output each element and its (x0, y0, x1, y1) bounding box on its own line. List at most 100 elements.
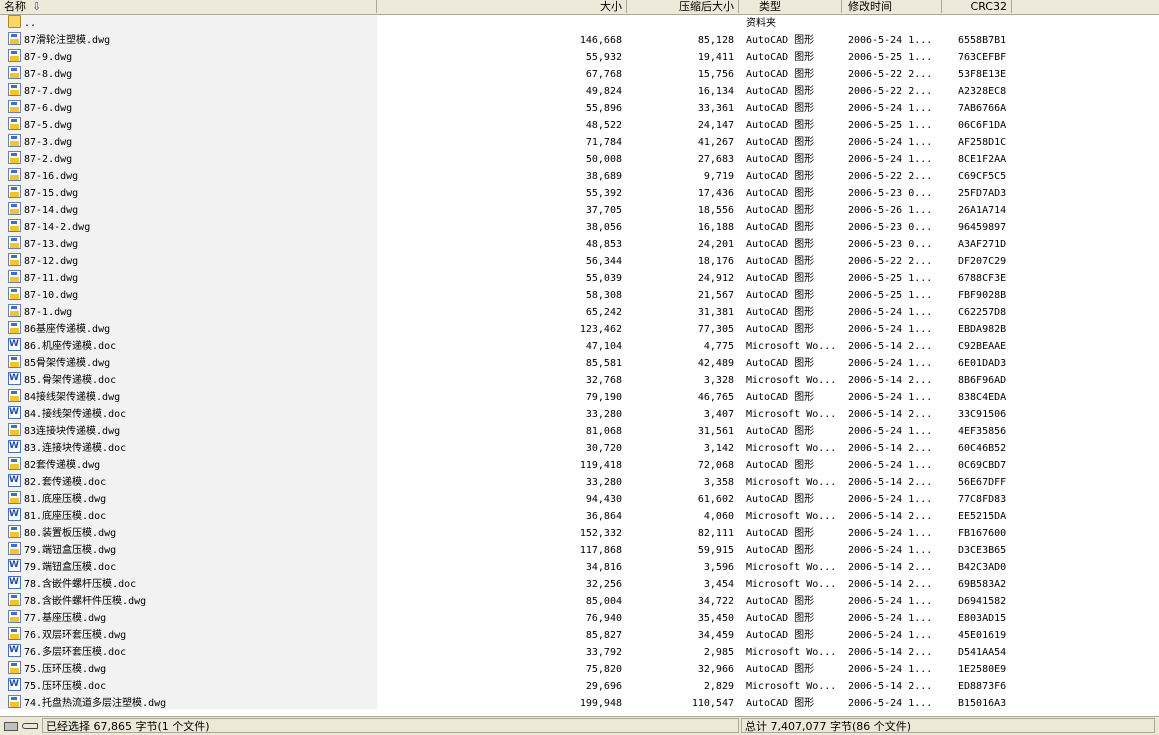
file-row[interactable]: 87-14-2.dwg 38,056 16,188 AutoCAD 图形 2006-5-… (0, 219, 1159, 236)
file-modified: 2006-5-25 1... (848, 273, 933, 284)
file-name-cell: 80.装置板压模.dwg (8, 525, 376, 542)
file-type: AutoCAD 图形 (746, 613, 815, 624)
file-row[interactable]: 82.套传递模.doc 33,280 3,358 Microsoft Wo... 200… (0, 474, 1159, 491)
file-type: AutoCAD 图形 (746, 137, 815, 148)
file-crc32: E803AD15 (958, 613, 1007, 624)
file-modified: 2006-5-25 1... (848, 290, 933, 301)
file-row[interactable]: 77.基座压模.dwg 76,940 35,450 AutoCAD 图形 2006-5-… (0, 610, 1159, 627)
file-crc32 (958, 15, 1018, 32)
column-header-packed-size[interactable]: 压缩后大小 (627, 0, 739, 13)
file-modified: 2006-5-24 1... (848, 324, 933, 335)
file-name: 82套传递模.dwg (24, 460, 101, 471)
file-modified: 2006-5-14 2... (848, 409, 933, 420)
file-type: AutoCAD 图形 (746, 392, 815, 403)
file-row[interactable]: 86.机座传递模.doc 47,104 4,775 Microsoft Wo... 20… (0, 338, 1159, 355)
file-row[interactable]: 79.端钮盒压模.dwg 117,868 59,915 AutoCAD 图形 2006-… (0, 542, 1159, 559)
file-type: AutoCAD 图形 (746, 358, 815, 369)
file-row[interactable]: 87-5.dwg 48,522 24,147 AutoCAD 图形 2006-5-25 … (0, 117, 1159, 134)
file-type: AutoCAD 图形 (746, 545, 815, 556)
column-header-modified[interactable]: 修改时间 (842, 0, 942, 13)
file-modified: 2006-5-24 1... (848, 137, 933, 148)
file-size: 38,056 (585, 222, 622, 233)
file-modified: 2006-5-24 1... (848, 392, 933, 403)
file-row[interactable]: 81.底座压模.doc 36,864 4,060 Microsoft Wo... 200… (0, 508, 1159, 525)
file-row[interactable]: 78.含嵌件螺杆压模.doc 32,256 3,454 Microsoft Wo...… (0, 576, 1159, 593)
file-crc32: 69B583A2 (958, 579, 1007, 590)
file-row[interactable]: 87-8.dwg 67,768 15,756 AutoCAD 图形 2006-5-22 … (0, 66, 1159, 83)
file-type: AutoCAD 图形 (746, 460, 815, 471)
file-modified: 2006-5-22 2... (848, 86, 933, 97)
file-type: AutoCAD 图形 (746, 596, 815, 607)
file-row[interactable]: 87滑轮注塑模.dwg 146,668 85,128 AutoCAD 图形 2006-5… (0, 32, 1159, 49)
file-crc32: FBF9028B (958, 290, 1007, 301)
file-modified: 2006-5-26 1... (848, 205, 933, 216)
file-name: 87-10.dwg (24, 290, 79, 301)
file-name-cell: 87-13.dwg (8, 236, 376, 253)
file-row[interactable]: 85.骨架传递模.doc 32,768 3,328 Microsoft Wo... 20… (0, 372, 1159, 389)
autocad-file-icon (8, 457, 21, 470)
file-packed-size: 9,719 (703, 171, 734, 182)
column-header-type[interactable]: 类型 (739, 0, 842, 13)
file-name-cell: 85.骨架传递模.doc (8, 372, 376, 389)
file-modified: 2006-5-14 2... (848, 511, 933, 522)
file-row[interactable]: 82套传递模.dwg 119,418 72,068 AutoCAD 图形 2006-5-… (0, 457, 1159, 474)
file-size: 32,256 (585, 579, 622, 590)
file-row[interactable]: 87-14.dwg 37,705 18,556 AutoCAD 图形 2006-5-26… (0, 202, 1159, 219)
autocad-file-icon (8, 627, 21, 640)
sort-descending-icon: ⇩ (32, 0, 42, 13)
file-row[interactable]: 87-6.dwg 55,896 33,361 AutoCAD 图形 2006-5-24 … (0, 100, 1159, 117)
file-row[interactable]: 75.压环压模.doc 29,696 2,829 Microsoft Wo... 200… (0, 678, 1159, 695)
file-row[interactable]: 84.接线架传递模.doc 33,280 3,407 Microsoft Wo... 2… (0, 406, 1159, 423)
file-row[interactable]: 87-16.dwg 38,689 9,719 AutoCAD 图形 2006-5-22 … (0, 168, 1159, 185)
file-row[interactable]: 80.装置板压模.dwg 152,332 82,111 AutoCAD 图形 2006-… (0, 525, 1159, 542)
file-row[interactable]: 87-10.dwg 58,308 21,567 AutoCAD 图形 2006-5-25… (0, 287, 1159, 304)
file-row[interactable]: 83.连接块传递模.doc 30,720 3,142 Microsoft Wo... 2… (0, 440, 1159, 457)
file-name-cell: 87-11.dwg (8, 270, 376, 287)
file-row[interactable]: 85骨架传递模.dwg 85,581 42,489 AutoCAD 图形 2006-5-… (0, 355, 1159, 372)
file-modified: 2006-5-22 2... (848, 171, 933, 182)
file-type: Microsoft Wo... (746, 681, 836, 692)
autocad-file-icon (8, 117, 21, 130)
file-crc32: 8B6F96AD (958, 375, 1007, 386)
column-header-size[interactable]: 大小 (377, 0, 627, 13)
file-name-cell: 83连接块传递模.dwg (8, 423, 376, 440)
file-name-cell: 87-12.dwg (8, 253, 376, 270)
autocad-file-icon (8, 66, 21, 79)
file-row[interactable]: 87-12.dwg 56,344 18,176 AutoCAD 图形 2006-5-22… (0, 253, 1159, 270)
file-crc32: EBDA982B (958, 324, 1007, 335)
file-size: 75,820 (585, 664, 622, 675)
status-selected-text: 已经选择 67,865 字节(1 个文件) (42, 718, 739, 733)
file-row[interactable]: 87-13.dwg 48,853 24,201 AutoCAD 图形 2006-5-23… (0, 236, 1159, 253)
file-row[interactable]: 74.托盘热流道多层注塑模.dwg 199,948 110,547 AutoCAD 图… (0, 695, 1159, 712)
column-header-crc32[interactable]: CRC32 (942, 0, 1012, 13)
file-row[interactable]: 87-3.dwg 71,784 41,267 AutoCAD 图形 2006-5-24 … (0, 134, 1159, 151)
word-document-icon (8, 576, 21, 591)
file-row[interactable]: 86基座传递模.dwg 123,462 77,305 AutoCAD 图形 2006-5… (0, 321, 1159, 338)
file-crc32: AF258D1C (958, 137, 1007, 148)
file-row[interactable]: 87-7.dwg 49,824 16,134 AutoCAD 图形 2006-5-22 … (0, 83, 1159, 100)
file-size: 67,768 (585, 69, 622, 80)
file-row[interactable]: 87-11.dwg 55,039 24,912 AutoCAD 图形 2006-5-25… (0, 270, 1159, 287)
file-row[interactable]: 79.端钮盒压模.doc 34,816 3,596 Microsoft Wo... 20… (0, 559, 1159, 576)
file-row[interactable]: 87-2.dwg 50,008 27,683 AutoCAD 图形 2006-5-24 … (0, 151, 1159, 168)
file-name: 78.含嵌件螺杆压模.doc (24, 579, 137, 590)
file-name: 87-14.dwg (24, 205, 79, 216)
file-row[interactable]: 84接线架传递模.dwg 79,190 46,765 AutoCAD 图形 2006-5… (0, 389, 1159, 406)
file-row[interactable]: 75.压环压模.dwg 75,820 32,966 AutoCAD 图形 2006-5-… (0, 661, 1159, 678)
file-row[interactable]: 76.多层环套压模.doc 33,792 2,985 Microsoft Wo... 2… (0, 644, 1159, 661)
file-name-cell: 75.压环压模.dwg (8, 661, 376, 678)
file-name: 79.端钮盒压模.doc (24, 562, 117, 573)
file-row[interactable]: 83连接块传递模.dwg 81,068 31,561 AutoCAD 图形 2006-5… (0, 423, 1159, 440)
file-row[interactable]: 87-15.dwg 55,392 17,436 AutoCAD 图形 2006-5-23… (0, 185, 1159, 202)
file-row[interactable]: .. 资料夹 (0, 15, 1159, 32)
file-row[interactable]: 81.底座压模.dwg 94,430 61,602 AutoCAD 图形 2006-5-… (0, 491, 1159, 508)
file-row[interactable]: 78.含嵌件螺杆件压模.dwg 85,004 34,722 AutoCAD 图形 200… (0, 593, 1159, 610)
file-crc32: 6788CF3E (958, 273, 1007, 284)
file-size: 119,418 (579, 460, 622, 471)
file-type: AutoCAD 图形 (746, 324, 815, 335)
file-row[interactable]: 87-1.dwg 65,242 31,381 AutoCAD 图形 2006-5-24 … (0, 304, 1159, 321)
file-size: 29,696 (585, 681, 622, 692)
column-header-name[interactable]: 名称 ⇩ (0, 0, 377, 13)
file-row[interactable]: 87-9.dwg 55,932 19,411 AutoCAD 图形 2006-5-25 … (0, 49, 1159, 66)
file-row[interactable]: 76.双层环套压模.dwg 85,827 34,459 AutoCAD 图形 2006-… (0, 627, 1159, 644)
